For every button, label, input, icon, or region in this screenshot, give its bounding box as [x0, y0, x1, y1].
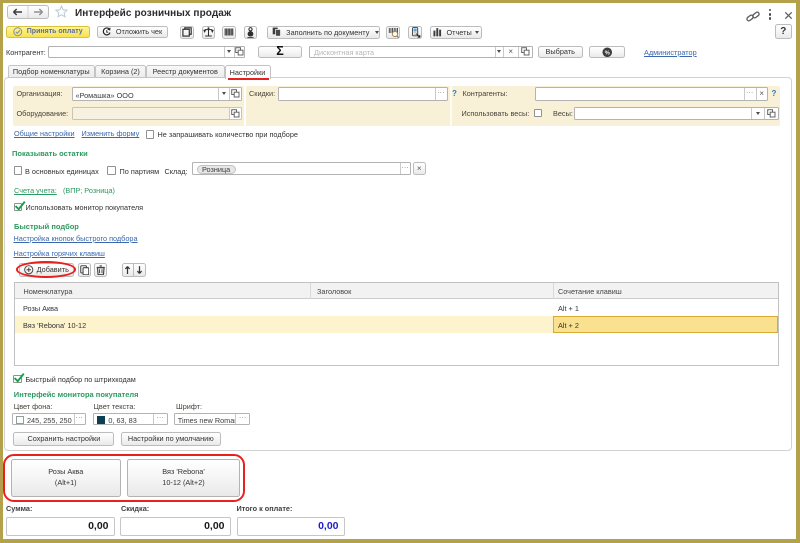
svg-text:%: % [604, 50, 609, 56]
